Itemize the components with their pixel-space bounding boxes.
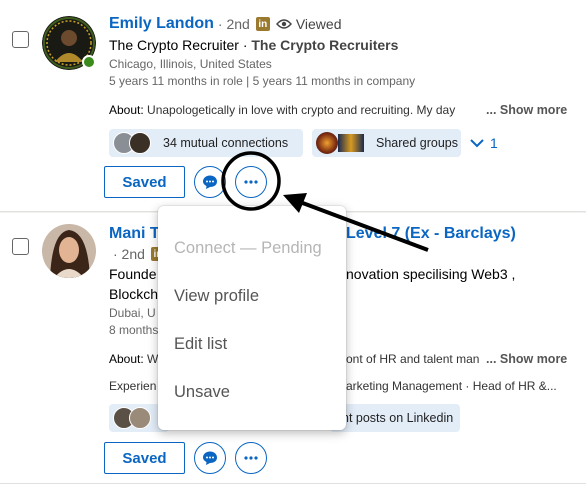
more-insights-count: 1 (490, 135, 498, 151)
mutual-connections-pill[interactable]: 34 mutual connections (109, 129, 303, 157)
online-status-icon (82, 55, 96, 69)
group-logo-icon (316, 132, 338, 154)
chevron-down-icon (470, 139, 484, 148)
lead-headline-tail[interactable]: Level 7 (Ex - Barclays) (346, 225, 516, 243)
lead-title: The Crypto Recruiter · The Crypto Recrui… (109, 37, 398, 53)
shared-groups-pill[interactable]: Shared groups (312, 129, 461, 157)
more-actions-button[interactable] (235, 442, 267, 474)
mutual-connections-label: 34 mutual connections (163, 136, 289, 150)
company-link[interactable]: The Crypto Recruiters (251, 37, 398, 53)
shared-groups-label: Shared groups (376, 136, 459, 150)
message-icon (203, 451, 217, 465)
message-button[interactable] (194, 442, 226, 474)
lead-name[interactable]: Emily Landon (109, 15, 214, 33)
menu-item-edit-list[interactable]: Edit list (174, 335, 227, 354)
mutual-avatars (113, 407, 151, 429)
recent-posts-pill[interactable]: nt posts on Linkedin (330, 404, 460, 432)
message-icon (203, 175, 217, 189)
job-title: The Crypto Recruiter · (109, 37, 248, 53)
linkedin-badge-icon: in (255, 17, 270, 31)
group-logos (316, 132, 364, 154)
about-text: W (147, 352, 159, 366)
lead-title-line2: Blockch (109, 286, 159, 302)
menu-item-unsave[interactable]: Unsave (174, 383, 230, 402)
menu-item-connect-pending: Connect — Pending (174, 239, 322, 257)
lead-name[interactable]: Mani T (109, 225, 160, 243)
show-more-link[interactable]: ... Show more (486, 352, 567, 366)
connection-degree: · 2nd (113, 246, 145, 262)
saved-button[interactable]: Saved (104, 442, 185, 474)
eye-icon (275, 19, 292, 29)
tenure: 5 years 11 months in role | 5 years 11 m… (109, 74, 416, 88)
location: Chicago, Illinois, United States (109, 57, 272, 71)
more-actions-menu: Connect — Pending View profile Edit list… (158, 206, 346, 430)
experience-tail: arketing Management · Head of HR &... (346, 379, 557, 393)
about-text-tail: ont of HR and talent man (346, 352, 480, 366)
about-label: About: (109, 103, 144, 117)
viewed-status: Viewed (275, 16, 342, 32)
lead-card: Emily Landon · 2nd in Viewed The Crypto … (0, 0, 586, 212)
show-more-link[interactable]: ... Show more (486, 103, 567, 117)
about-text: Unapologetically in love with crypto and… (147, 103, 456, 117)
group-logo-icon (338, 134, 364, 152)
select-checkbox[interactable] (12, 31, 29, 48)
more-insights-toggle[interactable]: 1 (470, 135, 498, 151)
location: Dubai, U (109, 306, 156, 320)
about-label: About: (109, 352, 144, 366)
lead-title: Founde (109, 266, 157, 282)
select-checkbox[interactable] (12, 238, 29, 255)
connection-degree: · 2nd (217, 16, 250, 32)
avatar[interactable] (42, 224, 96, 278)
saved-button[interactable]: Saved (104, 166, 185, 198)
mutual-avatars (113, 132, 151, 154)
menu-item-view-profile[interactable]: View profile (174, 287, 259, 306)
ellipsis-icon (244, 180, 258, 184)
viewed-label: Viewed (295, 16, 342, 32)
message-button[interactable] (194, 166, 226, 198)
more-actions-button[interactable] (235, 166, 267, 198)
avatar (129, 132, 151, 154)
avatar (129, 407, 151, 429)
lead-title-tail: novation specilising Web3 , (346, 266, 516, 282)
tenure: 8 months (109, 323, 159, 337)
recent-posts-label: nt posts on Linkedin (342, 411, 454, 425)
ellipsis-icon (244, 456, 258, 460)
